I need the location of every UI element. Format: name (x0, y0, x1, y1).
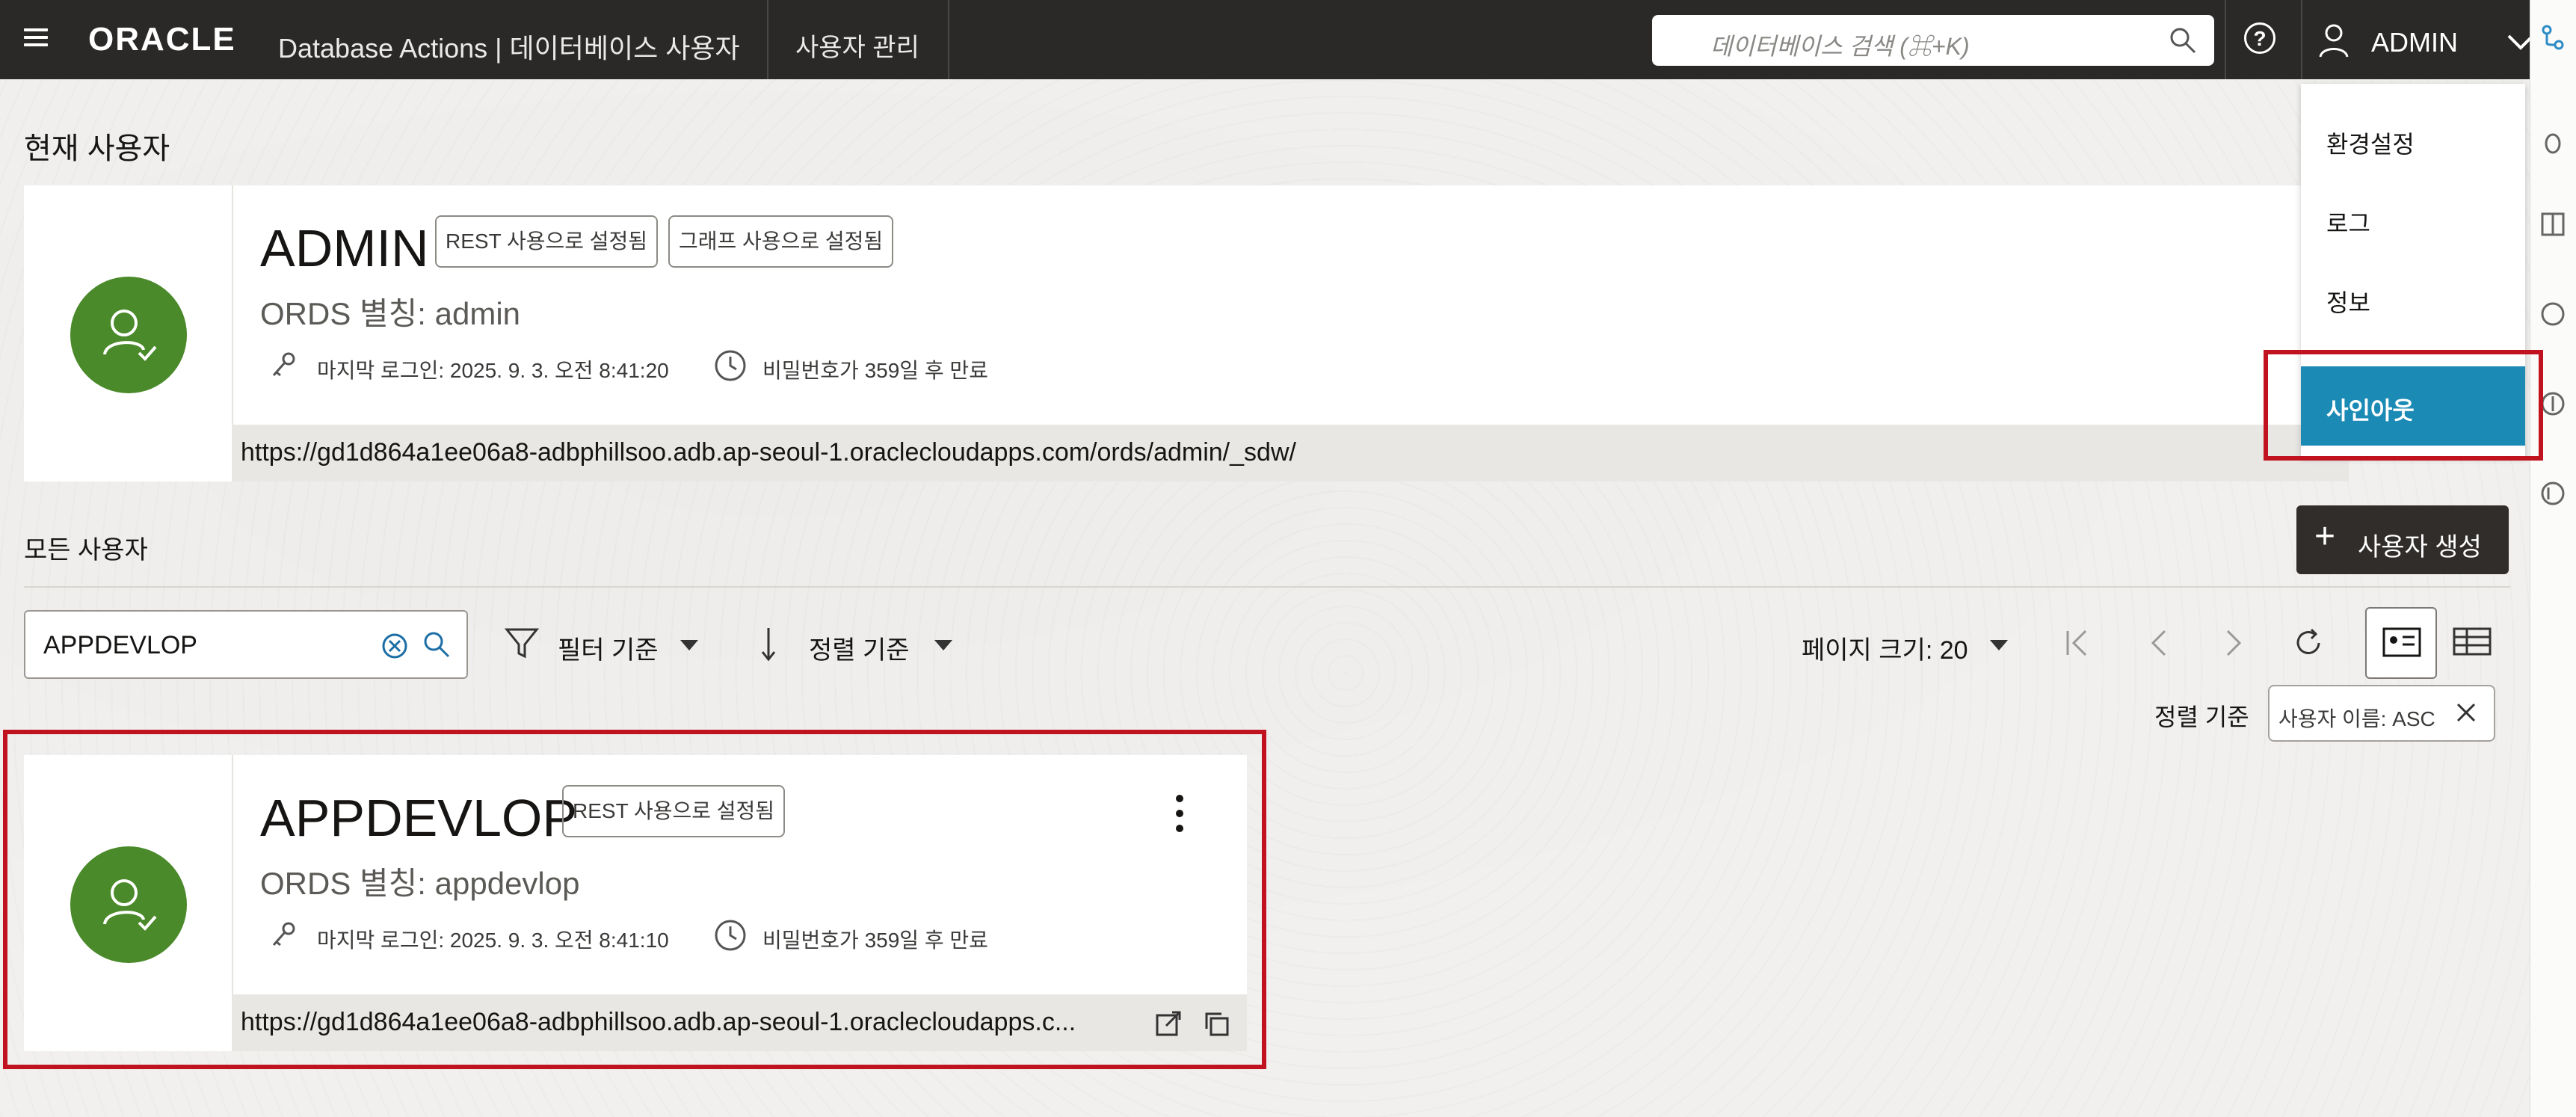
table-view-icon (2453, 627, 2492, 656)
menu-item-log[interactable]: 로그 (2326, 205, 2370, 239)
top-bar: ORACLE Database Actions | 데이터베이스 사용자 사용자… (0, 0, 2534, 79)
tab-user-management[interactable]: 사용자 관리 (795, 27, 919, 64)
right-side-panel (2530, 0, 2576, 1117)
user-search-input[interactable]: APPDEVLOP (24, 610, 468, 679)
last-login: 마지막 로그인: 2025. 9. 3. 오전 8:41:20 (317, 359, 669, 382)
filter-icon[interactable] (504, 625, 540, 661)
avatar-column (24, 185, 233, 481)
sort-icon[interactable] (758, 625, 798, 662)
menu-item-preferences[interactable]: 환경설정 (2326, 126, 2415, 160)
key-icon (272, 352, 295, 377)
product-title: Database Actions | 데이터베이스 사용자 (278, 33, 740, 64)
sort-by-button[interactable]: 정렬 기준 (809, 630, 910, 666)
hamburger-menu-icon[interactable] (21, 24, 51, 54)
git-compare-icon[interactable] (2538, 479, 2568, 508)
create-user-label: 사용자 생성 (2358, 533, 2482, 561)
branch-icon[interactable] (2538, 22, 2568, 52)
search-icon[interactable] (2168, 25, 2198, 55)
signout-highlight-box (2264, 350, 2543, 461)
user-url-bar: https://gd1d864a1ee06a8-adbphillsoo.adb.… (232, 425, 2349, 481)
database-search-input[interactable]: 데이터베이스 검색 (⌘+K) (1652, 15, 2214, 66)
github-icon[interactable] (2538, 299, 2568, 329)
user-search-value: APPDEVLOP (43, 631, 197, 659)
bug-icon[interactable] (2538, 127, 2568, 157)
card-view-icon (2382, 627, 2421, 657)
chevron-down-icon[interactable] (1985, 631, 2012, 658)
topbar-divider (2225, 0, 2226, 79)
sort-label: 정렬 기준 (2154, 704, 2249, 730)
topbar-divider (948, 0, 949, 79)
menu-item-about[interactable]: 정보 (2326, 284, 2370, 319)
sort-chip: 사용자 이름: ASC (2268, 685, 2495, 742)
user-card-highlight-box (3, 730, 1266, 1069)
graph-enabled-badge: 그래프 사용으로 설정됨 (668, 215, 894, 268)
topbar-divider (2301, 0, 2302, 79)
search-placeholder: 데이터베이스 검색 (⌘+K) (1710, 33, 1970, 60)
layout-icon[interactable] (2538, 209, 2568, 239)
all-users-title: 모든 사용자 (24, 536, 148, 564)
plus-icon: + (2314, 517, 2336, 556)
chevron-down-icon[interactable] (930, 631, 957, 658)
next-page-icon[interactable] (2216, 625, 2252, 661)
avatar (70, 277, 187, 393)
first-page-icon[interactable] (2060, 625, 2096, 661)
current-user-card: ADMIN REST 사용으로 설정됨 그래프 사용으로 설정됨 ORDS 별칭… (24, 185, 2349, 481)
chevron-down-icon[interactable] (676, 631, 703, 658)
close-icon[interactable] (2449, 695, 2483, 730)
page-size-select[interactable]: 페이지 크기: 20 (1802, 630, 1968, 666)
prev-page-icon[interactable] (2141, 625, 2177, 661)
password-expiry: 비밀번호가 359일 후 만료 (762, 359, 988, 382)
current-user-title: 현재 사용자 (24, 132, 170, 165)
card-view-toggle[interactable] (2365, 607, 2437, 679)
filter-by-button[interactable]: 필터 기준 (558, 630, 659, 666)
user-icon (2319, 24, 2349, 58)
table-view-toggle[interactable] (2437, 607, 2509, 679)
topbar-divider (767, 0, 768, 79)
clear-icon[interactable] (380, 631, 410, 661)
help-icon[interactable]: ? (2244, 22, 2275, 54)
create-user-button[interactable]: + 사용자 생성 (2296, 505, 2509, 574)
rest-enabled-badge: REST 사용으로 설정됨 (435, 215, 659, 268)
user-name: ADMIN (2371, 27, 2458, 58)
refresh-icon[interactable] (2290, 625, 2326, 661)
user-name-heading: ADMIN (260, 219, 429, 277)
section-divider (24, 586, 2510, 588)
sort-chip-text: 사용자 이름: ASC (2278, 707, 2435, 730)
oracle-logo: ORACLE (88, 21, 236, 58)
search-icon[interactable] (422, 630, 453, 661)
ords-alias: ORDS 별칭: admin (260, 296, 521, 331)
user-check-icon (103, 310, 157, 361)
clock-icon (715, 350, 746, 381)
user-url[interactable]: https://gd1d864a1ee06a8-adbphillsoo.adb.… (241, 438, 1296, 467)
